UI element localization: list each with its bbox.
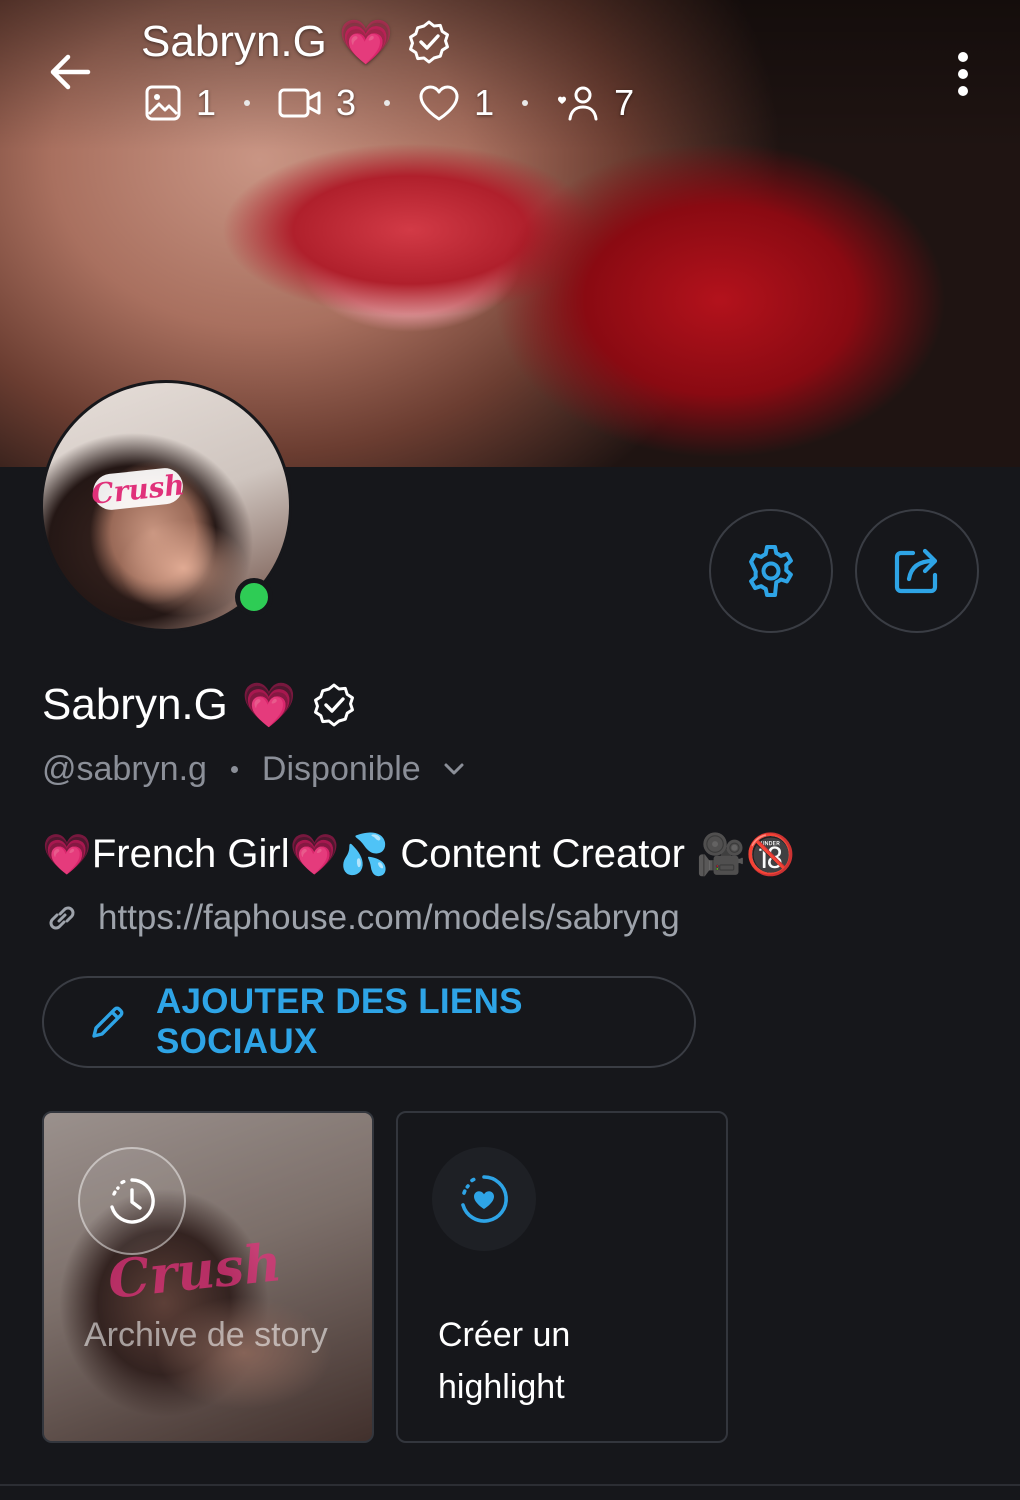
stat-videos[interactable]: 3 [278,82,356,124]
back-button[interactable] [40,44,100,100]
heart-icon [419,85,459,121]
stat-videos-count: 3 [336,82,357,123]
create-highlight-card[interactable]: Créer un highlight [396,1111,728,1443]
story-archive-card[interactable]: Crush Archive de story [42,1111,374,1443]
online-status-indicator [235,578,273,616]
archive-icon-wrap [78,1147,186,1255]
availability-status[interactable]: Disponible [262,750,421,789]
fans-icon [558,86,598,121]
more-dot [958,69,968,79]
stat-photos[interactable]: 1 [144,82,216,124]
stat-photos-count: 1 [196,82,217,123]
profile-name: Sabryn.G [42,680,228,729]
profile-handle: @sabryn.g [42,749,207,788]
archive-label: Archive de story [84,1316,328,1354]
highlight-heart-icon [461,1175,508,1223]
gear-icon [749,545,793,597]
stat-fans-count: 7 [614,82,635,123]
divider [0,1484,1020,1486]
verified-badge-icon [408,20,449,64]
separator [244,100,251,106]
more-options-button[interactable] [940,46,986,102]
profile-bio: 💗 French Girl 💗 💦 Content Creator 🎥 🔞 [42,824,796,884]
profile-link[interactable]: https://faphouse.com/models/sabryng [44,894,680,942]
avatar-watermark: Crush [89,466,187,512]
stat-likes[interactable]: 1 [418,82,494,124]
separator [522,100,529,106]
pink-heart-emoji: 💗 [42,831,92,878]
movie-camera-emoji: 🎥 [696,831,746,878]
create-highlight-label: Créer un highlight [438,1316,571,1406]
profile-name-row: Sabryn.G 💗 [42,676,357,734]
add-social-links-button[interactable]: AJOUTER DES LIENS SOCIAUX [42,976,696,1068]
more-dot [958,86,968,96]
separator [384,100,391,106]
verified-badge-icon [313,683,354,727]
link-icon [49,906,75,930]
header-stats: 1 3 1 7 [144,80,634,126]
arrow-left-icon [50,54,91,90]
image-icon [145,85,181,121]
pink-heart-emoji: 💗 [289,831,340,878]
pencil-icon [92,1006,124,1038]
header-name: Sabryn.G [141,17,327,66]
handle-row: @sabryn.g Disponible [42,746,471,792]
bio-text: French Girl [91,831,290,876]
create-icon-wrap [432,1147,536,1251]
chevron-down-icon[interactable] [437,752,471,786]
stat-likes-count: 1 [474,82,495,123]
history-clock-icon [110,1178,155,1224]
profile-link-url[interactable]: https://faphouse.com/models/sabryng [98,898,680,938]
share-button[interactable] [855,509,979,633]
separator [230,765,238,773]
header-title: Sabryn.G 💗 [141,14,452,70]
pink-heart-emoji: 💗 [241,680,297,731]
no-under-18-emoji: 🔞 [745,831,796,878]
add-social-links-label: AJOUTER DES LIENS SOCIAUX [155,982,523,1061]
pink-heart-emoji: 💗 [338,17,394,68]
sweat-droplets-emoji: 💦 [339,831,390,878]
share-icon [894,548,938,594]
video-icon [278,88,321,118]
more-dot [958,52,968,62]
stat-fans[interactable]: 7 [556,82,634,124]
bio-text: Content Creator [389,831,697,876]
settings-button[interactable] [709,509,833,633]
